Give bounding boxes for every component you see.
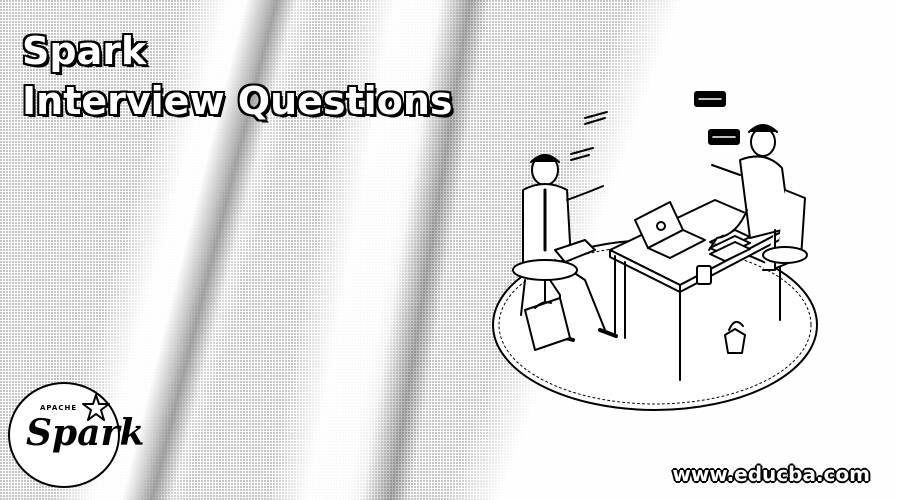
site-url[interactable]: www.educba.com bbox=[672, 462, 870, 486]
chat-lines-icon-2 bbox=[570, 147, 594, 161]
title-line-2: Interview Questions bbox=[22, 79, 453, 123]
chat-bubble-icon-1 bbox=[694, 91, 726, 107]
page-title: Spark Interview Questions bbox=[22, 26, 453, 126]
logo-apache-text: APACHE bbox=[40, 404, 78, 412]
spark-star-icon bbox=[82, 394, 110, 421]
chat-lines-icon-1 bbox=[584, 111, 608, 125]
cup-icon bbox=[696, 265, 712, 285]
title-line-1: Spark bbox=[22, 29, 147, 73]
interview-scene-illustration bbox=[492, 91, 818, 411]
apache-spark-logo: APACHE Spark bbox=[8, 382, 144, 488]
chat-bubble-icon-2 bbox=[708, 129, 740, 145]
